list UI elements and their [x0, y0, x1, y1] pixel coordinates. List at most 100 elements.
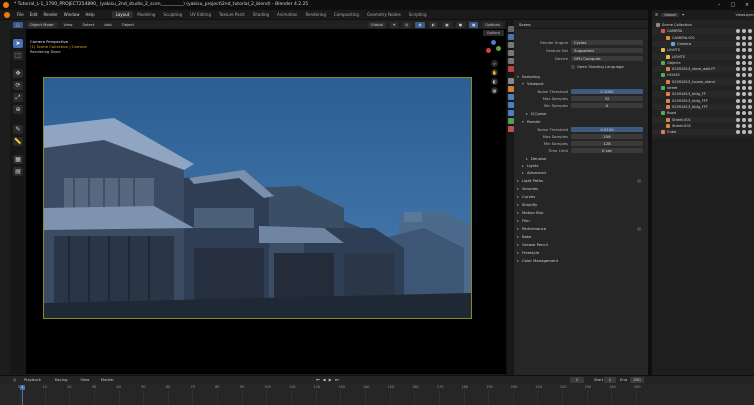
move-tool-icon[interactable]: ✥ [13, 69, 23, 78]
visibility-toggles[interactable] [736, 86, 752, 90]
snap-icon[interactable]: ⌖ [389, 21, 399, 28]
sampling-section[interactable]: ▾ Sampling [517, 74, 645, 80]
play-controls[interactable]: ⏮ ◀ ▶ ⏭ [316, 376, 339, 384]
workspace-tab-sculpting[interactable]: Sculpting [159, 11, 186, 18]
outliner-item[interactable]: Street.002 [652, 123, 754, 129]
outliner-item[interactable]: 02091813_house_stand [652, 78, 754, 85]
checkbox-icon[interactable] [736, 67, 740, 72]
eye-icon[interactable] [742, 48, 746, 53]
visibility-toggles[interactable] [736, 48, 752, 53]
menu-edit[interactable]: Edit [27, 12, 41, 17]
viewport-menu-add[interactable]: Add [101, 22, 114, 28]
workspace-tab-uv-editing[interactable]: UV Editing [186, 11, 215, 18]
eye-icon[interactable] [742, 98, 746, 103]
shading-rendered-icon[interactable]: ● [469, 21, 479, 28]
eye-icon[interactable] [742, 86, 746, 90]
freestyle-section[interactable]: ▸ Freestyle [517, 250, 645, 256]
menu-help[interactable]: Help [82, 12, 97, 17]
checkbox-icon[interactable] [736, 104, 740, 109]
checkbox-icon[interactable] [736, 29, 740, 34]
eye-icon[interactable] [742, 41, 746, 46]
outliner-item[interactable]: Street.001 [652, 116, 754, 123]
volumes-section[interactable]: ▸ Volumes [517, 186, 645, 192]
eye-icon[interactable] [742, 73, 746, 78]
outliner-item[interactable]: 02091813_store_wall.FF [652, 66, 754, 73]
cursor-tool-icon[interactable]: ➤ [13, 39, 23, 48]
checkbox-icon[interactable] [736, 98, 740, 103]
camera-render-icon[interactable] [748, 92, 752, 97]
checkbox-icon[interactable] [571, 65, 575, 69]
device-dropdown[interactable]: GPU Compute [571, 56, 643, 61]
presets-icon[interactable] [637, 227, 641, 231]
visibility-toggles[interactable] [736, 41, 752, 46]
outliner-item[interactable]: HOUSE [652, 72, 754, 78]
checkbox-icon[interactable] [736, 130, 740, 135]
menu-render[interactable]: Render [40, 12, 60, 17]
vp-max-samples-field[interactable]: 32 [571, 96, 643, 101]
visibility-toggles[interactable] [736, 79, 752, 84]
lights-section[interactable]: ▸ Lights [522, 163, 648, 169]
visibility-toggles[interactable] [736, 23, 752, 27]
checkbox-icon[interactable] [736, 41, 740, 46]
visibility-toggles[interactable] [736, 73, 752, 78]
viewport-menu-object[interactable]: Object [119, 22, 137, 28]
close-icon[interactable]: × [740, 0, 754, 10]
overlays-icon[interactable]: ◐ [428, 21, 439, 28]
workspace-tab-shading[interactable]: Shading [249, 11, 273, 18]
viewport-menu-select[interactable]: Select [80, 22, 98, 28]
workspace-tab-geometry-nodes[interactable]: Geometry Nodes [363, 11, 405, 18]
end-frame-field[interactable]: 250 [630, 377, 644, 383]
current-frame-field[interactable]: 1 [570, 377, 584, 383]
workspace-tab-modeling[interactable]: Modeling [133, 11, 159, 18]
outliner-item[interactable]: Camera [652, 40, 754, 47]
render-subsection[interactable]: ▾ Render [522, 119, 648, 125]
r-time-limit-field[interactable]: 0 sec [571, 148, 643, 153]
outliner-item[interactable]: 02091813_bldg_FFF [652, 98, 754, 104]
checkbox-icon[interactable] [736, 35, 740, 40]
timeline-menu-playback[interactable]: Playback [24, 376, 41, 384]
eye-icon[interactable] [742, 54, 746, 59]
render-engine-dropdown[interactable]: Cycles [571, 40, 643, 45]
menu-file[interactable]: File [14, 12, 27, 17]
visibility-toggles[interactable] [736, 67, 752, 72]
presets-icon[interactable] [637, 179, 641, 183]
maximize-icon[interactable]: □ [726, 0, 740, 10]
visibility-toggles[interactable] [736, 92, 752, 97]
visibility-toggles[interactable] [736, 54, 752, 59]
visibility-toggles[interactable] [736, 111, 752, 116]
checkbox-icon[interactable] [736, 54, 740, 59]
visibility-icon[interactable]: ◉ [415, 21, 425, 28]
workspace-tab-rendering[interactable]: Rendering [301, 11, 329, 18]
pivot-dropdown[interactable]: Global [367, 21, 386, 28]
visibility-toggles[interactable] [736, 29, 752, 34]
checkbox-icon[interactable] [736, 111, 740, 116]
camera-render-icon[interactable] [748, 67, 752, 72]
timeline-menu-keying[interactable]: Keying [55, 376, 68, 384]
timeline-editor-icon[interactable]: ◷ [13, 376, 16, 384]
r-min-samples-field[interactable]: 128 [571, 141, 643, 146]
color-management-section[interactable]: ▸ Color Management [517, 258, 645, 264]
gizmo-z-axis-icon[interactable] [491, 40, 496, 45]
camera-render-icon[interactable] [748, 79, 752, 84]
eye-icon[interactable] [742, 67, 746, 72]
workspace-tab-compositing[interactable]: Compositing [330, 11, 363, 18]
scale-tool-icon[interactable]: ⤢ [13, 93, 23, 102]
camera-icon[interactable]: ◧ [491, 78, 498, 85]
workspace-tab-scripting[interactable]: Scripting [405, 11, 431, 18]
camera-render-icon[interactable] [748, 104, 752, 109]
object-mode-dropdown[interactable]: Object Mode [26, 21, 57, 28]
camera-render-icon[interactable] [748, 111, 752, 116]
performance-section[interactable]: ▸ Performance [517, 226, 645, 232]
timeline-ruler[interactable]: 1 0 10 20 30 40 50 60 70 80 90 100 110 120 130 140 150 1… [0, 384, 754, 405]
checkbox-icon[interactable] [736, 117, 740, 122]
bake-section[interactable]: ▸ Bake [517, 234, 645, 240]
checkbox-icon[interactable] [736, 48, 740, 53]
eye-icon[interactable] [742, 29, 746, 34]
curves-section[interactable]: ▸ Curves [517, 194, 645, 200]
outliner-item[interactable]: CAMERA [652, 28, 754, 35]
camera-render-icon[interactable] [748, 98, 752, 103]
visibility-toggles[interactable] [736, 98, 752, 103]
r-noise-threshold-field[interactable]: 0.0100 [571, 127, 643, 132]
visibility-toggles[interactable] [736, 104, 752, 109]
editor-type-button[interactable]: ◳ [13, 21, 23, 28]
